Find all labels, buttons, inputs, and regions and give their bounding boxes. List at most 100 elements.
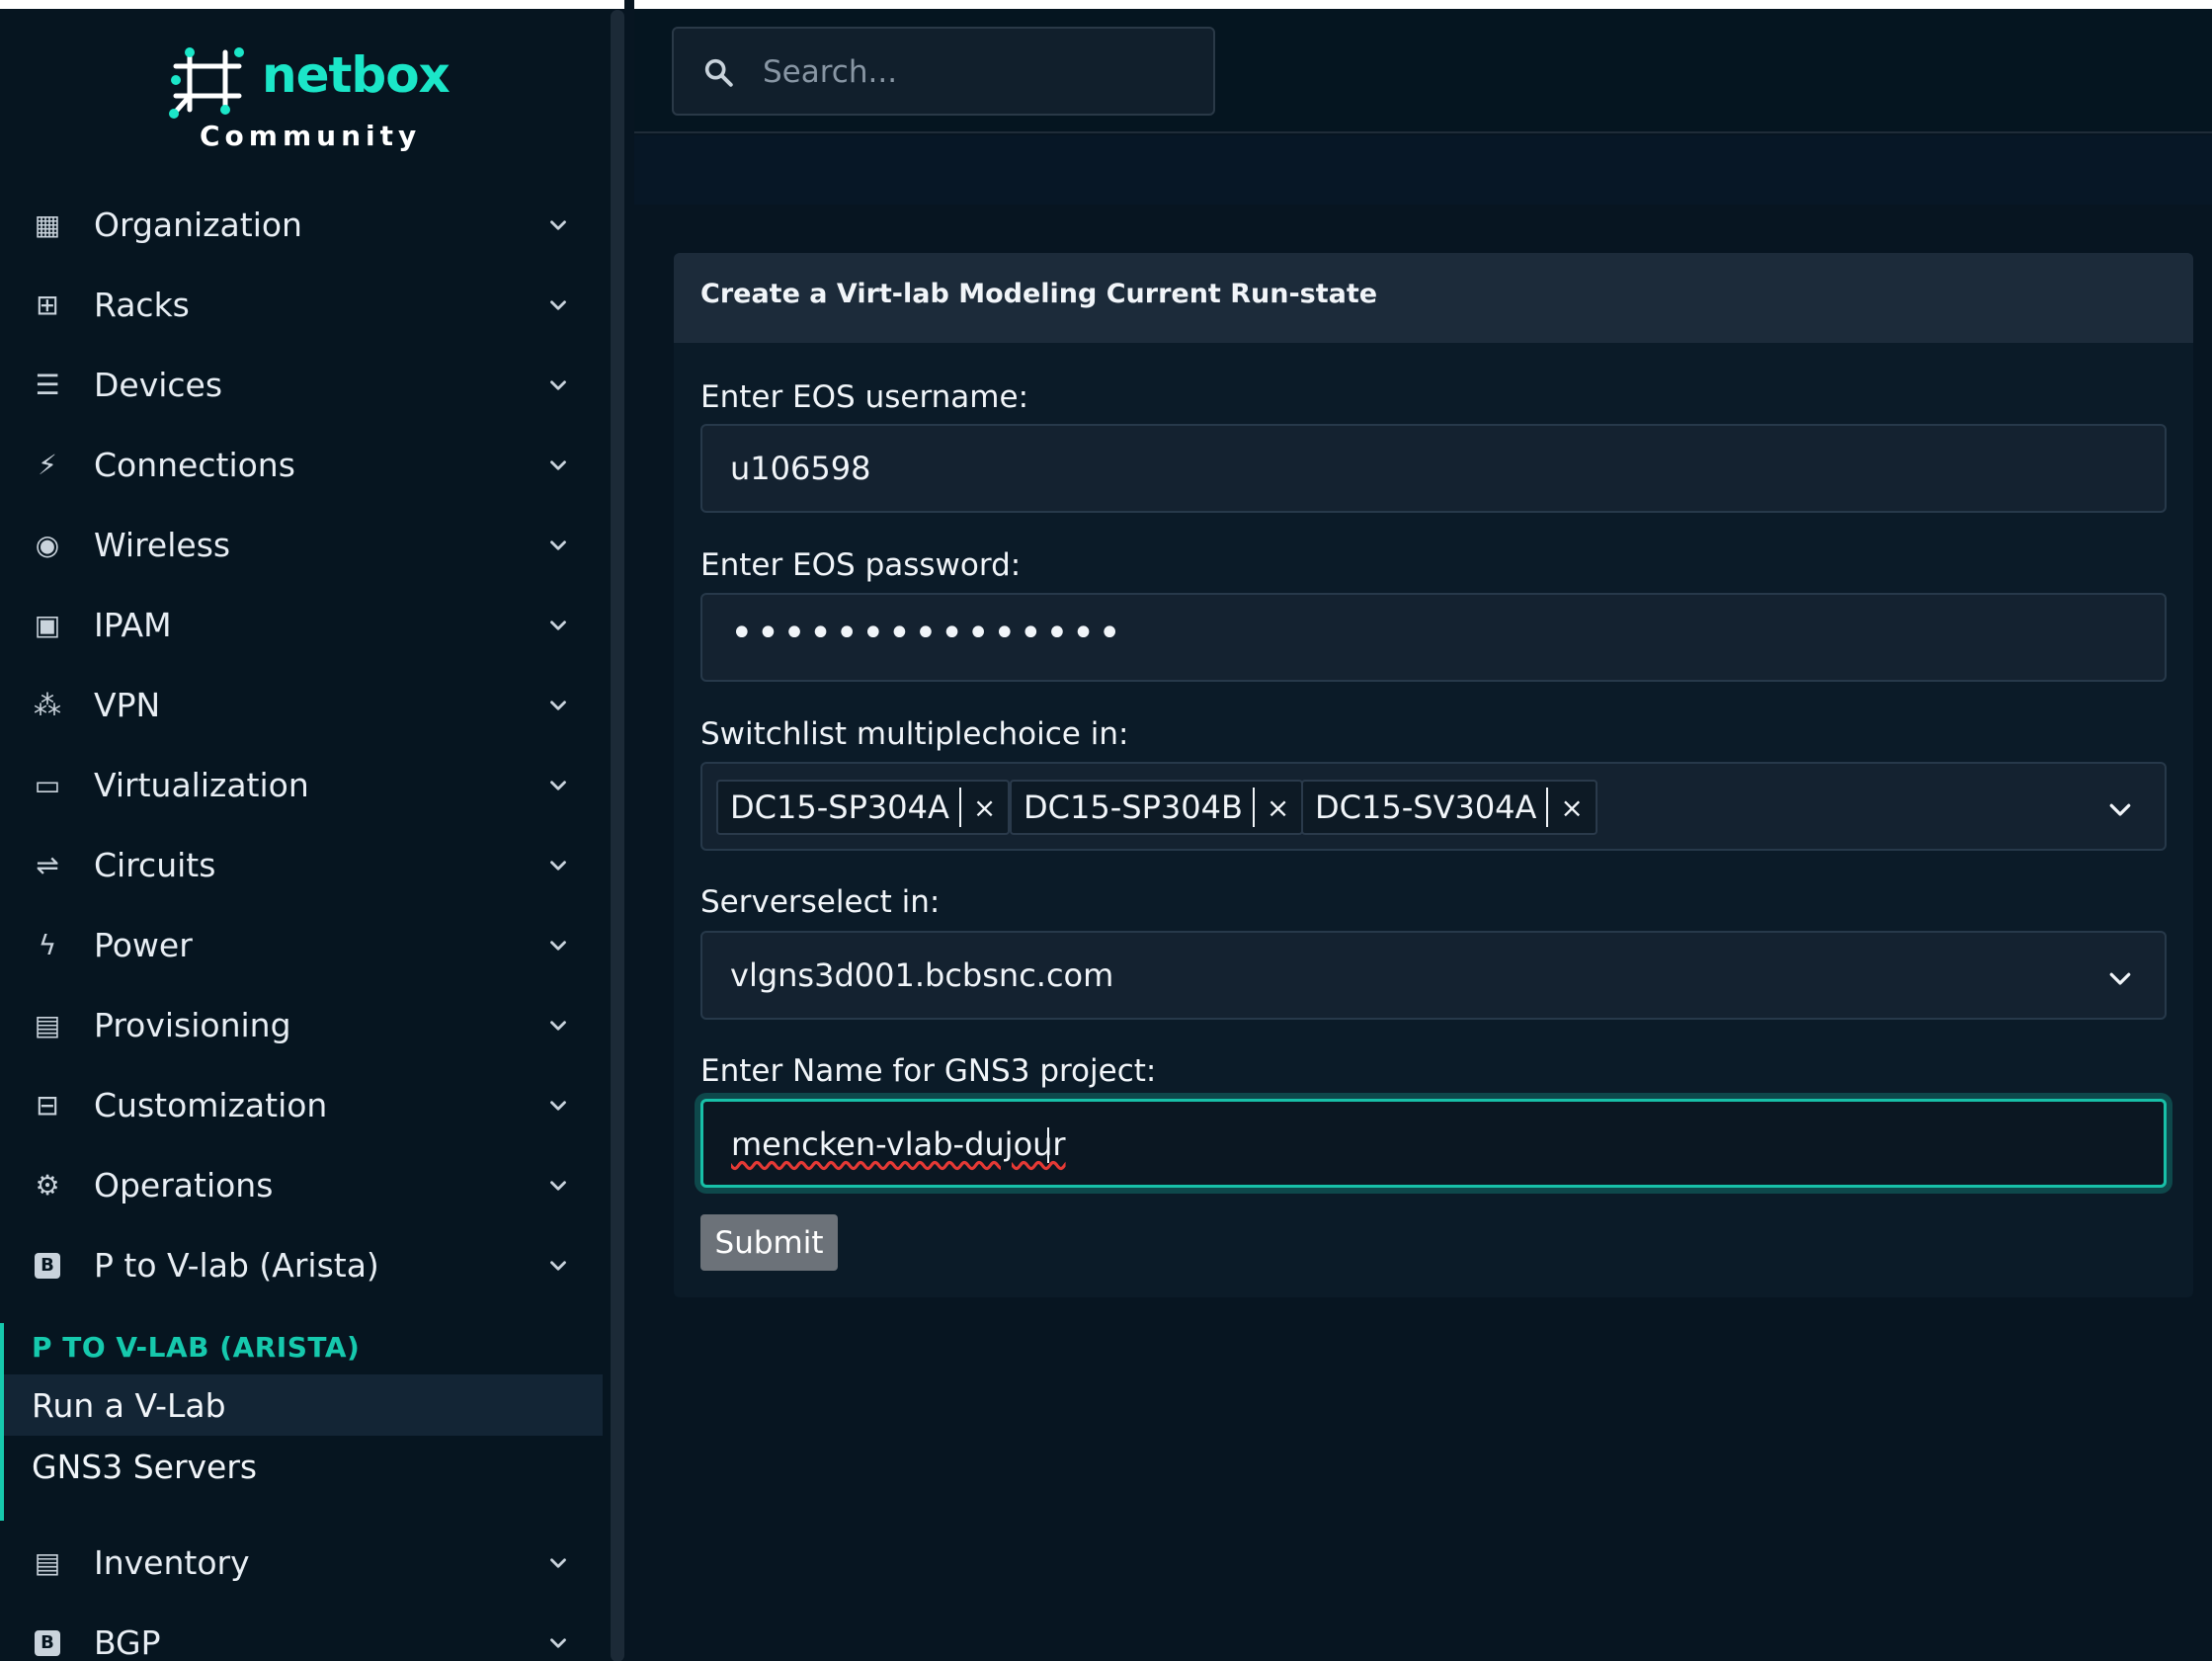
sidebar-item-virtualization[interactable]: ▭ Virtualization	[0, 745, 603, 825]
password-label: Enter EOS password:	[700, 547, 1022, 583]
toolbox-icon: ⊟	[36, 1089, 59, 1121]
search-icon	[704, 58, 733, 87]
chip-remove-icon[interactable]: ×	[961, 791, 1008, 824]
sidebar-item-circuits[interactable]: ⇌ Circuits	[0, 825, 603, 905]
username-value: u106598	[730, 450, 871, 487]
cogs-icon: ⚙	[35, 1169, 60, 1202]
sidebar-item-racks[interactable]: ⊞ Racks	[0, 265, 603, 345]
sidebar-item-provisioning[interactable]: ▤ Provisioning	[0, 985, 603, 1065]
plug-icon: ⚡	[38, 449, 57, 481]
sidebar-item-label: BGP	[94, 1623, 161, 1661]
sidebar-item-devices[interactable]: ☰ Devices	[0, 345, 603, 425]
password-field[interactable]: •••••••••••••••	[700, 593, 2167, 682]
chevron-down-icon	[550, 219, 566, 230]
submit-button[interactable]: Submit	[700, 1214, 838, 1271]
chevron-down-icon	[550, 379, 566, 390]
chevron-down-icon	[550, 1637, 566, 1648]
chevron-down-icon	[550, 1020, 566, 1031]
ip-icon: ▣	[34, 609, 61, 641]
chip-label: DC15-SP304A	[718, 788, 961, 827]
chevron-down-icon	[550, 1557, 566, 1568]
chip-remove-icon[interactable]: ×	[1548, 791, 1595, 824]
sidebar-link-label: Run a V-Lab	[32, 1385, 226, 1425]
switch-chip: DC15-SV304A ×	[1301, 780, 1598, 835]
sidebar-item-bgp[interactable]: B BGP	[0, 1603, 603, 1661]
sidebar-item-label: Organization	[94, 206, 302, 244]
sidebar-item-label: Circuits	[94, 846, 216, 884]
sidebar-item-label: Inventory	[94, 1543, 250, 1582]
search-input[interactable]	[763, 46, 1188, 98]
chevron-down-icon[interactable]	[2105, 963, 2135, 993]
sidebar-item-label: Virtualization	[94, 766, 309, 804]
vpn-icon: ⁂	[34, 689, 61, 721]
sidebar-item-label: P to V-lab (Arista)	[94, 1246, 379, 1285]
chevron-down-icon	[550, 1100, 566, 1111]
brand-tagline: Community	[200, 120, 422, 152]
chip-label: DC15-SV304A	[1303, 788, 1549, 827]
sidebar-scrollbar[interactable]	[611, 10, 624, 1661]
project-name-field[interactable]: mencken-vlab-dujour	[700, 1099, 2167, 1188]
chevron-down-icon	[550, 540, 566, 550]
sidebar-item-organization[interactable]: ▦ Organization	[0, 185, 603, 265]
sidebar-item-power[interactable]: ϟ Power	[0, 905, 603, 985]
brand-name: netbox	[262, 46, 451, 104]
vlab-form-card: Create a Virt-lab Modeling Current Run-s…	[674, 253, 2193, 1297]
sidebar-link-label: GNS3 Servers	[32, 1447, 258, 1486]
sidebar-item-label: Wireless	[94, 526, 231, 564]
sidebar-menu: ▦ Organization ⊞ Racks ☰ Devices ⚡ Connections ◉…	[0, 185, 603, 1305]
file-icon: ▤	[34, 1009, 61, 1041]
rack-icon: ⊞	[36, 289, 59, 321]
chevron-down-icon[interactable]	[2105, 794, 2135, 824]
chip-remove-icon[interactable]: ×	[1255, 791, 1301, 824]
chevron-down-icon	[550, 1260, 566, 1271]
netbox-mark-icon	[169, 47, 244, 119]
netbox-logo[interactable]: netbox Community	[168, 35, 451, 158]
circuit-icon: ⇌	[36, 849, 59, 881]
chevron-down-icon	[550, 620, 566, 630]
username-label: Enter EOS username:	[700, 379, 1029, 415]
sidebar-item-customization[interactable]: ⊟ Customization	[0, 1065, 603, 1145]
sidebar-item-inventory[interactable]: ▤ Inventory	[0, 1523, 603, 1603]
section-header: P TO V-LAB (ARISTA)	[32, 1331, 361, 1364]
chevron-down-icon	[550, 1180, 566, 1191]
sidebar-divider	[624, 0, 634, 1661]
chevron-down-icon	[550, 459, 566, 470]
sidebar-item-label: Power	[94, 926, 193, 964]
sidebar-item-operations[interactable]: ⚙ Operations	[0, 1145, 603, 1225]
clipboard-icon: ▤	[34, 1546, 61, 1579]
wifi-icon: ◉	[35, 529, 60, 561]
sidebar-link-run-a-v-lab[interactable]: Run a V-Lab	[4, 1374, 603, 1436]
sidebar-item-vpn[interactable]: ⁂ VPN	[0, 665, 603, 745]
chevron-down-icon	[550, 780, 566, 790]
sidebar-item-label: Operations	[94, 1166, 274, 1204]
search-box[interactable]	[672, 27, 1215, 116]
project-name-value: mencken-vlab-dujour	[731, 1125, 1066, 1163]
server-value: vlgns3d001.bcbsnc.com	[730, 956, 1114, 994]
chevron-down-icon	[550, 940, 566, 951]
card-title: Create a Virt-lab Modeling Current Run-s…	[700, 279, 1378, 309]
plugin-b-icon: B	[35, 1252, 60, 1279]
plugin-b-icon: B	[35, 1629, 60, 1656]
power-icon: ϟ	[38, 929, 57, 961]
sidebar-item-ipam[interactable]: ▣ IPAM	[0, 585, 603, 665]
page-header-band	[634, 135, 2212, 205]
sidebar-item-wireless[interactable]: ◉ Wireless	[0, 505, 603, 585]
switch-chip: DC15-SP304B ×	[1010, 780, 1304, 835]
sidebar-menu-lower: ▤ Inventory B BGP	[0, 1523, 603, 1661]
password-value: •••••••••••••••	[730, 611, 1124, 656]
chip-label: DC15-SP304B	[1012, 788, 1255, 827]
switch-chip: DC15-SP304A ×	[716, 780, 1011, 835]
building-icon: ▦	[34, 208, 61, 241]
server-icon: ☰	[35, 369, 60, 401]
sidebar-item-label: Devices	[94, 366, 223, 404]
server-select[interactable]: vlgns3d001.bcbsnc.com	[700, 931, 2167, 1020]
switchlist-label: Switchlist multiplechoice in:	[700, 716, 1129, 752]
chevron-down-icon	[550, 299, 566, 310]
switchlist-multiselect[interactable]: DC15-SP304A × DC15-SP304B × DC15-SV304A …	[700, 762, 2167, 851]
sidebar-link-gns3-servers[interactable]: GNS3 Servers	[4, 1436, 603, 1497]
sidebar-item-connections[interactable]: ⚡ Connections	[0, 425, 603, 505]
sidebar-item-p-to-v-lab-arista[interactable]: B P to V-lab (Arista)	[0, 1225, 603, 1305]
chevron-down-icon	[550, 700, 566, 710]
username-field[interactable]: u106598	[700, 424, 2167, 513]
sidebar: netbox Community ▦ Organization ⊞ Racks ☰ Dev…	[0, 9, 613, 1661]
